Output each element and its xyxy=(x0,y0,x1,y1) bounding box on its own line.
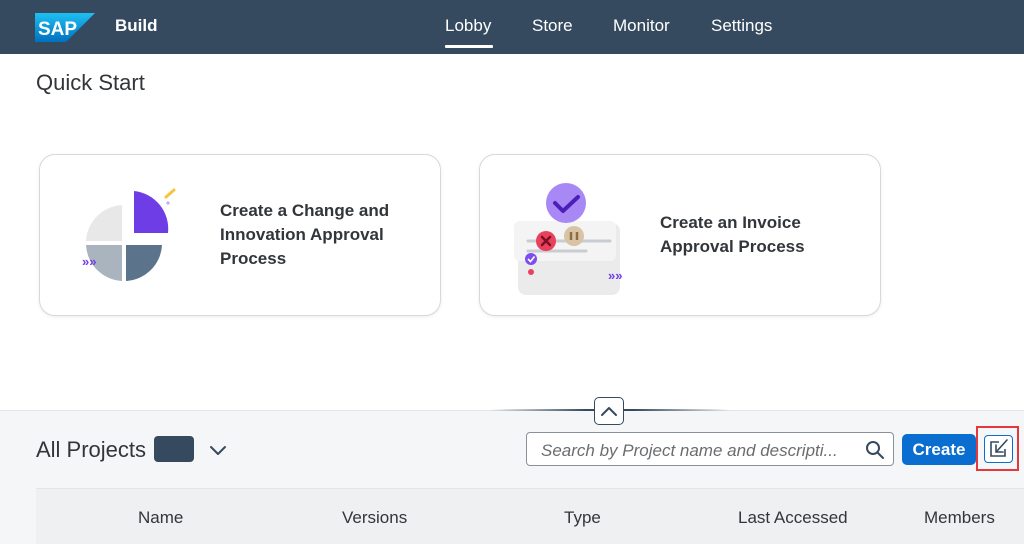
projects-count-badge xyxy=(154,436,194,462)
column-header-type[interactable]: Type xyxy=(564,508,601,528)
search-placeholder: Search by Project name and descripti... xyxy=(541,441,838,460)
active-nav-indicator xyxy=(445,45,493,48)
import-highlight xyxy=(976,426,1019,471)
svg-text:»»: »» xyxy=(608,268,622,283)
all-projects-title: All Projects xyxy=(36,437,147,462)
card-label: Create an Invoice Approval Process xyxy=(660,213,805,256)
create-button[interactable]: Create xyxy=(902,434,976,465)
column-header-name[interactable]: Name xyxy=(138,508,183,528)
invoice-approval-illustration-icon: »» xyxy=(514,183,622,295)
sap-logo[interactable]: SAP xyxy=(35,13,95,42)
column-header-members[interactable]: Members xyxy=(924,508,995,528)
chevron-up-icon xyxy=(601,407,617,416)
product-name: Build xyxy=(115,16,158,35)
quick-start-title: Quick Start xyxy=(36,70,145,95)
column-header-last-accessed[interactable]: Last Accessed xyxy=(738,508,848,528)
nav-store[interactable]: Store xyxy=(532,16,573,36)
import-icon xyxy=(990,439,1008,457)
quick-start-card-invoice-approval[interactable]: »» Create an Invoice Approval Process xyxy=(479,154,881,316)
card-label: Create a Change and Innovation Approval … xyxy=(220,201,390,268)
import-button[interactable] xyxy=(984,435,1013,463)
collapse-button[interactable] xyxy=(594,397,624,425)
project-search-input[interactable]: Search by Project name and descripti... xyxy=(526,432,894,466)
shell-bar: SAP Build Lobby Store Monitor Settings xyxy=(0,0,1024,54)
svg-text:SAP: SAP xyxy=(38,19,77,40)
search-icon[interactable] xyxy=(865,440,885,460)
nav-settings[interactable]: Settings xyxy=(711,16,772,36)
nav-monitor[interactable]: Monitor xyxy=(613,16,670,36)
chevron-down-icon[interactable] xyxy=(208,442,228,458)
quick-start-card-change-approval[interactable]: »» Create a Change and Innovation Approv… xyxy=(39,154,441,316)
column-header-versions[interactable]: Versions xyxy=(342,508,407,528)
nav-lobby[interactable]: Lobby xyxy=(445,16,491,36)
pie-chart-illustration-icon: »» xyxy=(82,188,176,281)
projects-table-header: Name Versions Type Last Accessed Members xyxy=(36,488,1024,544)
svg-text:»»: »» xyxy=(82,254,96,269)
